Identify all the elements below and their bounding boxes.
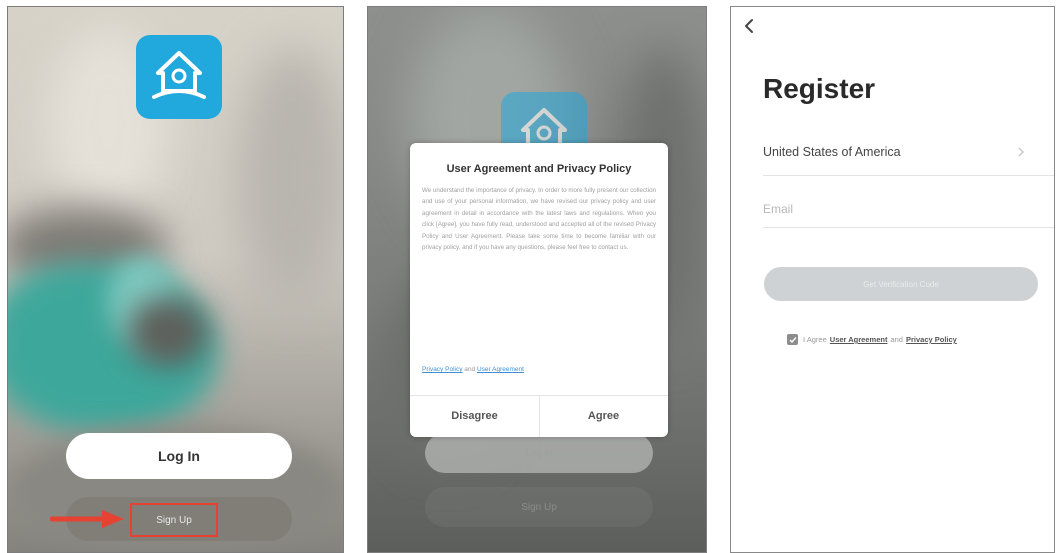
agreement-row: I Agree User Agreement and Privacy Polic… xyxy=(787,334,960,345)
privacy-policy-link[interactable]: Privacy Policy xyxy=(422,366,462,373)
email-underline xyxy=(763,227,1054,228)
background-signup-button: Sign Up xyxy=(425,487,653,527)
user-agreement-link[interactable]: User Agreement xyxy=(477,366,524,373)
login-button[interactable]: Log In xyxy=(66,433,292,479)
register-screen: Register United States of America Get Ve… xyxy=(730,6,1055,553)
privacy-policy-link[interactable]: Privacy Policy xyxy=(906,335,957,344)
signup-button[interactable]: Sign Up xyxy=(130,503,218,537)
agree-button[interactable]: Agree xyxy=(539,395,668,437)
check-icon xyxy=(789,336,797,343)
dialog-body-text: We understand the importance of privacy.… xyxy=(422,187,656,252)
red-arrow-icon xyxy=(50,510,124,528)
agreement-screen: Log In Sign Up User Agreement and Privac… xyxy=(367,6,707,553)
splash-screen: Log In Sign Up xyxy=(7,6,344,553)
agree-and-text: and xyxy=(890,335,903,344)
app-house-icon xyxy=(136,35,222,119)
dialog-title: User Agreement and Privacy Policy xyxy=(446,163,632,175)
chevron-left-icon[interactable] xyxy=(739,15,761,37)
background-login-button: Log In xyxy=(425,433,653,473)
chevron-right-icon[interactable] xyxy=(1016,146,1026,158)
email-input[interactable] xyxy=(763,202,1013,216)
agree-prefix-text: I Agree xyxy=(803,335,827,344)
links-and-text: and xyxy=(464,366,476,373)
disagree-button[interactable]: Disagree xyxy=(410,395,539,437)
country-selector[interactable]: United States of America xyxy=(763,145,901,159)
page-title: Register xyxy=(763,73,876,104)
dialog-links: Privacy Policy and User Agreement xyxy=(422,366,524,373)
user-agreement-link[interactable]: User Agreement xyxy=(830,335,888,344)
country-underline xyxy=(763,175,1054,176)
agreement-dialog: User Agreement and Privacy Policy We und… xyxy=(410,143,668,437)
agree-checkbox[interactable] xyxy=(787,334,798,345)
get-verification-code-button[interactable]: Get Verification Code xyxy=(764,267,1038,301)
